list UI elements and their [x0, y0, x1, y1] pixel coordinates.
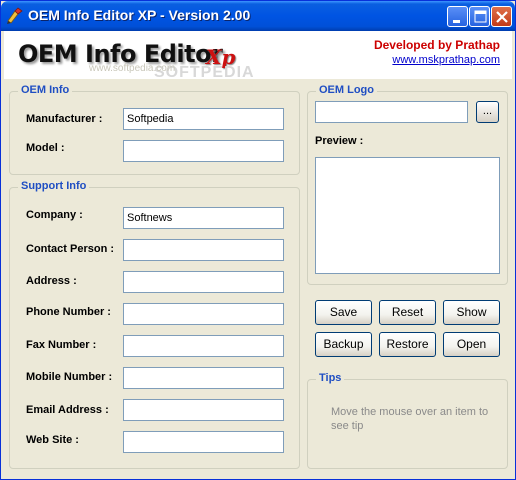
logo-path-input[interactable]	[315, 101, 468, 123]
tips-title: Tips	[316, 372, 345, 384]
developer-website-link[interactable]: www.mskprathap.com	[392, 54, 500, 66]
minimize-button[interactable]	[447, 6, 468, 27]
reset-button[interactable]: Reset	[379, 300, 436, 325]
open-button[interactable]: Open	[443, 332, 500, 357]
fax-number-input[interactable]	[123, 335, 284, 357]
company-label: Company :	[26, 209, 83, 221]
save-button[interactable]: Save	[315, 300, 372, 325]
web-site-label: Web Site :	[26, 434, 79, 446]
oem-logo-title: OEM Logo	[316, 84, 377, 96]
developer-credit: Developed by Prathap	[373, 38, 500, 52]
window-title: OEM Info Editor XP - Version 2.00	[28, 7, 251, 23]
title-bar[interactable]: OEM Info Editor XP - Version 2.00	[1, 1, 515, 31]
logo-preview-box	[315, 157, 500, 274]
tip-text: Move the mouse over an item to see tip	[331, 406, 489, 432]
manufacturer-input[interactable]	[123, 108, 284, 130]
model-label: Model :	[26, 142, 65, 154]
restore-button[interactable]: Restore	[379, 332, 436, 357]
mobile-number-label: Mobile Number :	[26, 371, 113, 383]
maximize-button[interactable]	[469, 6, 490, 27]
close-icon	[496, 11, 508, 23]
email-address-label: Email Address :	[26, 404, 109, 416]
manufacturer-label: Manufacturer :	[26, 113, 103, 125]
model-input[interactable]	[123, 140, 284, 162]
show-button[interactable]: Show	[443, 300, 500, 325]
contact-person-input[interactable]	[123, 239, 284, 261]
browse-logo-button[interactable]: ...	[476, 101, 499, 123]
backup-button[interactable]: Backup	[315, 332, 372, 357]
app-icon	[7, 7, 23, 24]
maximize-icon	[474, 10, 487, 23]
email-address-input[interactable]	[123, 399, 284, 421]
softpedia-url-watermark: www.softpedia.com	[89, 63, 176, 74]
phone-number-input[interactable]	[123, 303, 284, 325]
oem-info-group: OEM Info	[9, 84, 300, 175]
support-info-title: Support Info	[18, 180, 90, 192]
minimize-icon	[453, 20, 460, 23]
close-button[interactable]	[491, 6, 512, 27]
company-input[interactable]	[123, 207, 284, 229]
header-banner: OEM Info Editor Xp SOFTPEDIA Developed b…	[4, 31, 512, 81]
main-window: OEM Info Editor XP - Version 2.00 OEM In…	[0, 0, 516, 480]
oem-info-title: OEM Info	[18, 84, 73, 96]
contact-person-label: Contact Person :	[26, 243, 115, 255]
mobile-number-input[interactable]	[123, 367, 284, 389]
address-input[interactable]	[123, 271, 284, 293]
support-info-group: Support Info	[9, 180, 300, 469]
phone-number-label: Phone Number :	[26, 306, 111, 318]
preview-label: Preview :	[315, 135, 364, 147]
web-site-input[interactable]	[123, 431, 284, 453]
address-label: Address :	[26, 275, 77, 287]
fax-number-label: Fax Number :	[26, 339, 97, 351]
